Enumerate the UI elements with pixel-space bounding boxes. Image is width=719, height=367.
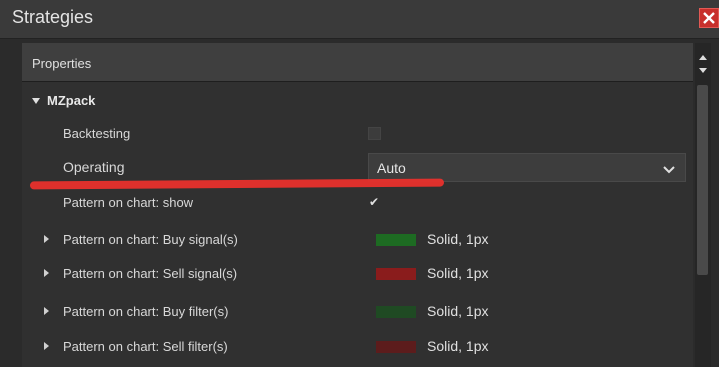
- operating-value: Auto: [377, 160, 406, 176]
- backtesting-label: Backtesting: [63, 126, 131, 141]
- sell-signals-value[interactable]: Solid, 1px: [368, 259, 688, 289]
- sell-filters-label: Pattern on chart: Sell filter(s): [63, 339, 228, 354]
- close-button[interactable]: [699, 8, 719, 28]
- style-label: Solid, 1px: [427, 265, 489, 281]
- caret-right-icon[interactable]: [44, 307, 49, 315]
- color-swatch: [376, 341, 416, 353]
- group-mzpack[interactable]: MZpack: [22, 89, 693, 113]
- group-label: MZpack: [47, 93, 96, 108]
- row-sell-signals[interactable]: Pattern on chart: Sell signal(s) Solid, …: [22, 259, 693, 289]
- style-label: Solid, 1px: [427, 338, 489, 354]
- row-sell-filters[interactable]: Pattern on chart: Sell filter(s) Solid, …: [22, 332, 693, 362]
- scroll-thumb[interactable]: [697, 85, 708, 275]
- color-swatch: [376, 268, 416, 280]
- chevron-down-icon: [663, 162, 675, 180]
- operating-select[interactable]: Auto: [368, 153, 686, 182]
- color-swatch: [376, 306, 416, 318]
- style-label: Solid, 1px: [427, 231, 489, 247]
- buy-filters-label: Pattern on chart: Buy filter(s): [63, 304, 229, 319]
- scroll-up-icon[interactable]: [699, 55, 707, 60]
- window-title: Strategies: [12, 7, 94, 27]
- caret-down-icon[interactable]: [32, 98, 40, 104]
- properties-label: Properties: [32, 56, 92, 71]
- window-titlebar: Strategies: [0, 0, 719, 39]
- operating-label: Operating: [63, 159, 125, 175]
- properties-header[interactable]: Properties: [22, 43, 693, 82]
- row-backtesting: Backtesting: [22, 119, 693, 149]
- buy-signals-label: Pattern on chart: Buy signal(s): [63, 232, 238, 247]
- pattern-show-checkbox[interactable]: ✔: [368, 195, 381, 209]
- backtesting-checkbox[interactable]: [368, 127, 381, 140]
- scroll-down-icon[interactable]: [699, 68, 707, 73]
- sell-signals-label: Pattern on chart: Sell signal(s): [63, 266, 238, 281]
- caret-right-icon[interactable]: [44, 235, 49, 243]
- color-swatch: [376, 234, 416, 246]
- check-icon: ✔: [369, 195, 380, 209]
- pattern-show-label: Pattern on chart: show: [63, 195, 194, 210]
- properties-panel: Properties MZpack Backtesting Operating …: [22, 43, 693, 367]
- sell-filters-value[interactable]: Solid, 1px: [368, 332, 688, 362]
- row-pattern-show: Pattern on chart: show ✔: [22, 188, 693, 218]
- row-buy-filters[interactable]: Pattern on chart: Buy filter(s) Solid, 1…: [22, 297, 693, 327]
- close-icon: [703, 12, 715, 24]
- buy-filters-value[interactable]: Solid, 1px: [368, 297, 688, 327]
- buy-signals-value[interactable]: Solid, 1px: [368, 225, 688, 255]
- style-label: Solid, 1px: [427, 303, 489, 319]
- row-buy-signals[interactable]: Pattern on chart: Buy signal(s) Solid, 1…: [22, 225, 693, 255]
- caret-right-icon[interactable]: [44, 342, 49, 350]
- caret-right-icon[interactable]: [44, 269, 49, 277]
- vertical-scrollbar[interactable]: [695, 43, 711, 367]
